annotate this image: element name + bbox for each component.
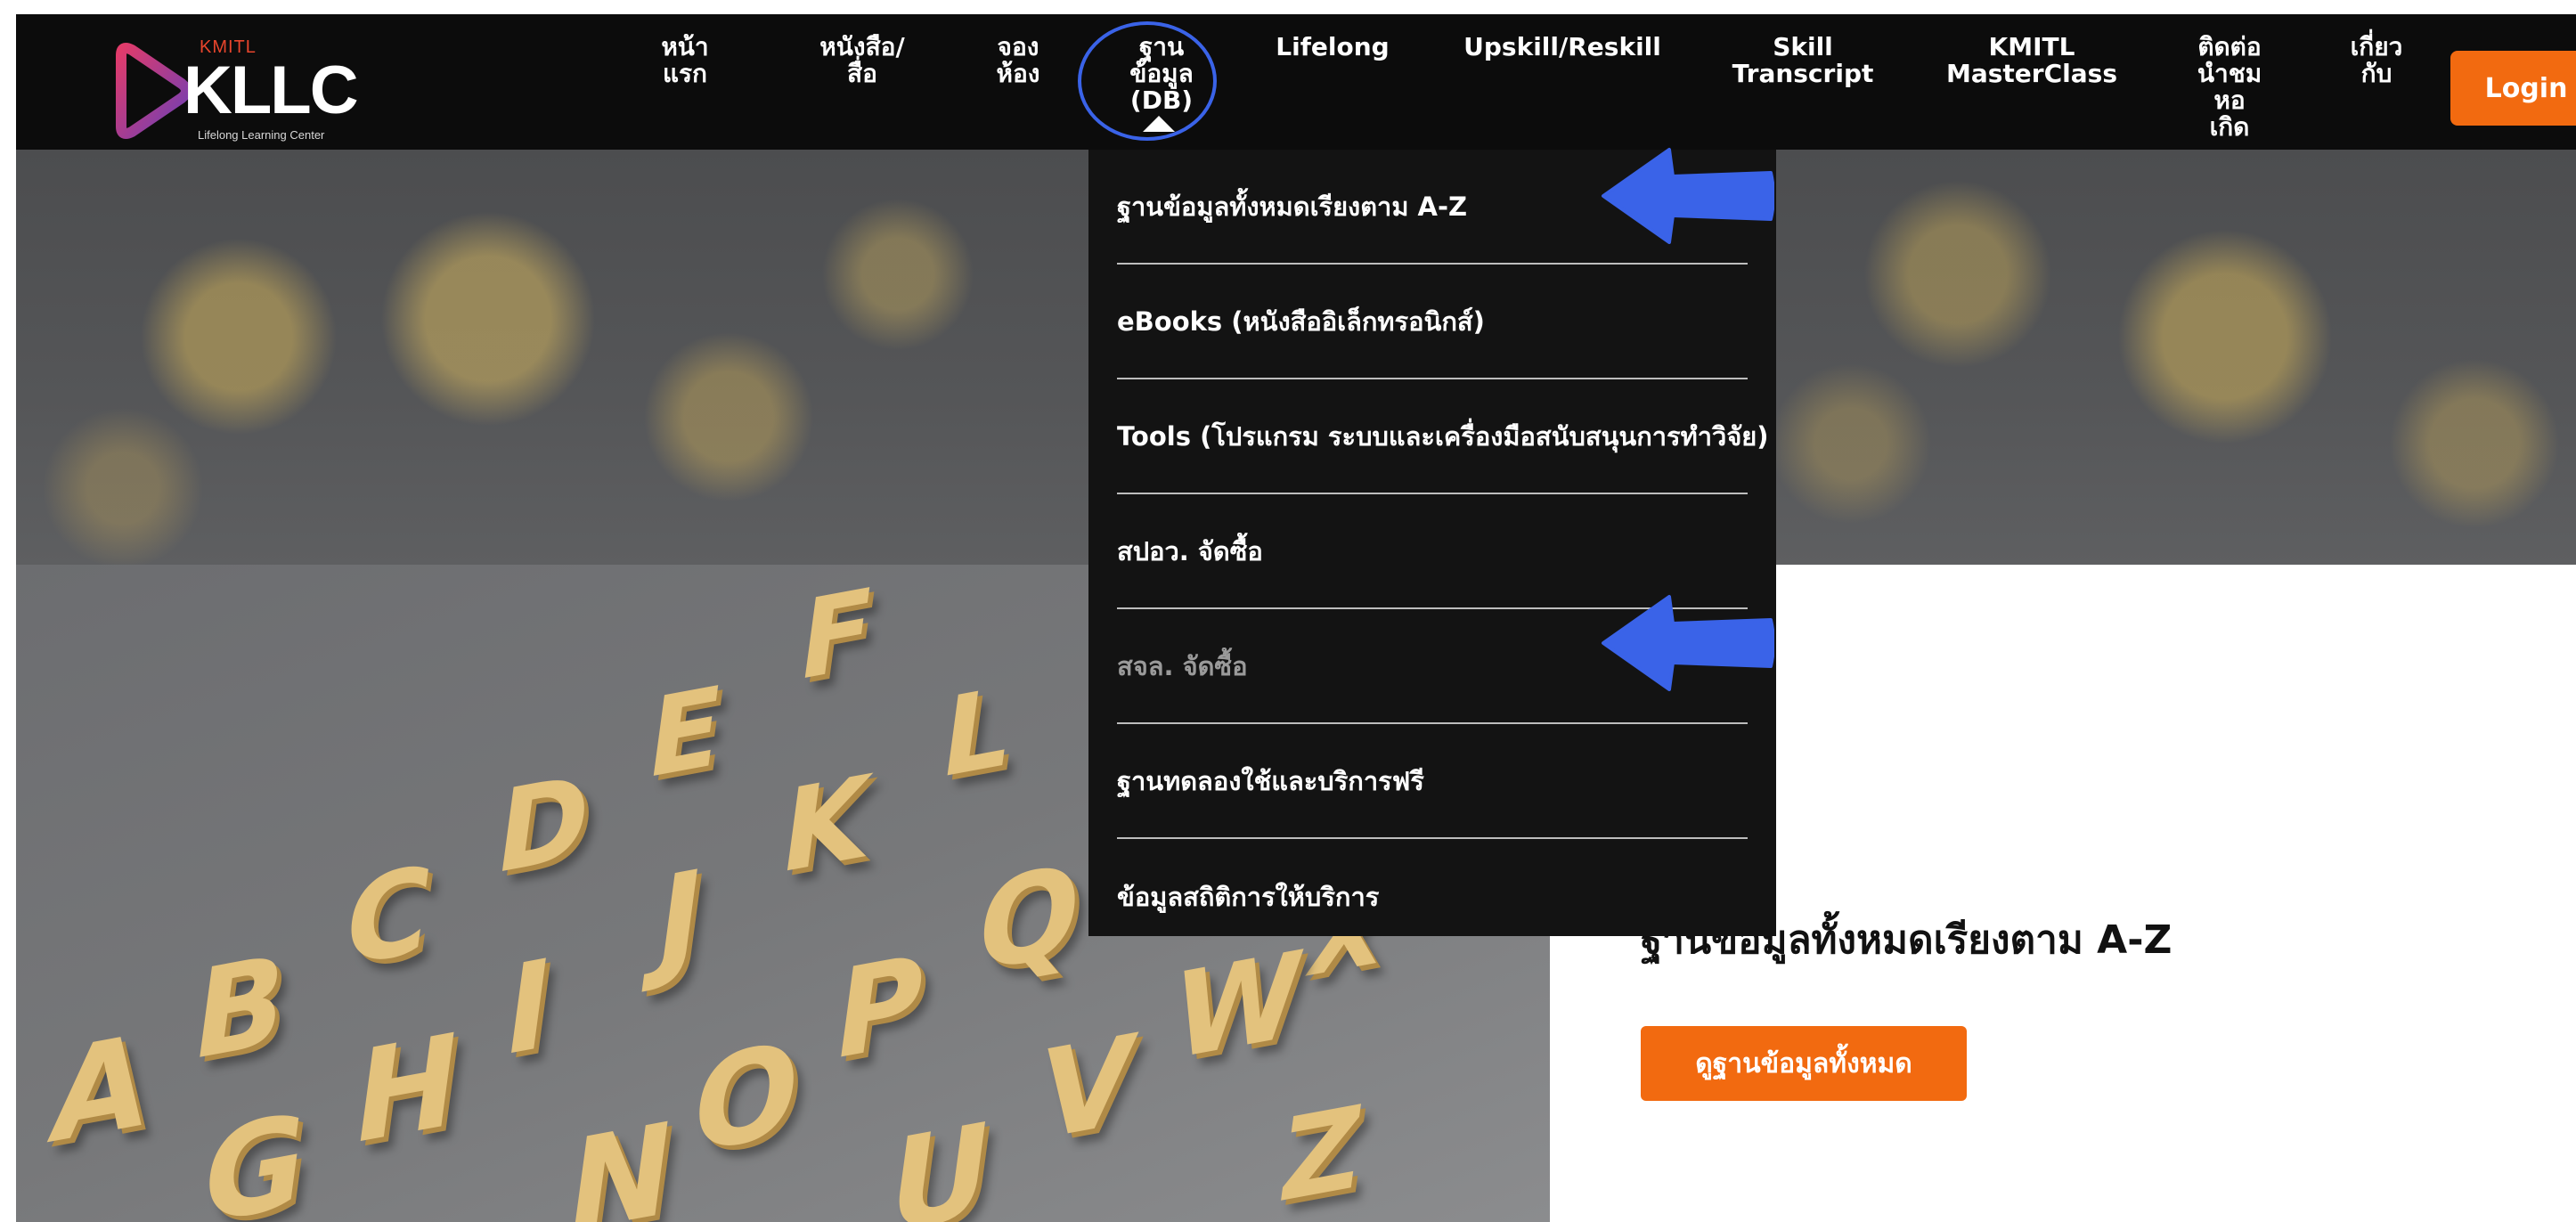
letter-block: D (488, 749, 599, 901)
dropdown-caret-icon (1143, 116, 1175, 132)
nav-item-label: หน้า แรก (661, 32, 709, 88)
letter-block: O (683, 1014, 809, 1184)
letter-block: P (826, 927, 933, 1088)
nav-item-kmitl-masterclass[interactable]: KMITL MasterClass (1938, 34, 2125, 87)
logo-brand-text: KLLC (183, 53, 359, 128)
letter-block: K (773, 750, 877, 900)
nav-item-home[interactable]: หน้า แรก (645, 34, 725, 87)
kllc-logo[interactable]: KMITL KLLC Lifelong Learning Center (112, 37, 379, 151)
dropdown-item-label: สจล. จัดซื้อ (1117, 650, 1248, 681)
view-all-databases-button[interactable]: ดูฐานข้อมูลทั้งหมด (1641, 1026, 1967, 1101)
letter-block: J (648, 842, 712, 996)
nav-item-label: Skill Transcript (1732, 32, 1874, 88)
letter-block: C (336, 838, 440, 995)
letter-block: G (193, 1085, 315, 1222)
letter-block: U (879, 1094, 1000, 1222)
dropdown-item-label: สปอว. จัดซื้อ (1117, 535, 1263, 566)
database-dropdown-menu: ฐานข้อมูลทั้งหมดเรียงตาม A-Z eBooks (หนั… (1088, 150, 1776, 936)
annotation-arrow-icon (1602, 148, 1774, 244)
nav-item-about[interactable]: เกี่ยว กับ (2332, 34, 2421, 87)
login-button[interactable]: Login (2450, 51, 2576, 126)
nav-item-upskill-reskill[interactable]: Upskill/Reskill (1455, 34, 1669, 61)
dropdown-item-label: Tools (โปรแกรม ระบบและเครื่องมือสนับสนุน… (1117, 420, 1769, 452)
dropdown-item-label: eBooks (หนังสืออิเล็กทรอนิกส์) (1117, 306, 1485, 337)
annotation-arrow-icon (1602, 595, 1774, 691)
nav-item-label: จอง ห้อง (996, 32, 1040, 88)
letter-block: B (184, 926, 296, 1089)
letter-block: V (1031, 1006, 1143, 1169)
nav-item-room-booking[interactable]: จอง ห้อง (978, 34, 1058, 87)
letter-block: A (42, 1006, 159, 1174)
letter-block: H (345, 1005, 469, 1175)
letter-block: Q (968, 836, 1090, 1001)
dropdown-item-service-statistics[interactable]: ข้อมูลสถิติการให้บริการ (1117, 839, 1748, 954)
letter-block: I (496, 931, 560, 1085)
dropdown-item-label: ฐานข้อมูลทั้งหมดเรียงตาม A-Z (1117, 191, 1468, 222)
nav-item-lifelong[interactable]: Lifelong (1261, 34, 1404, 61)
letter-block: E (640, 663, 730, 804)
nav-item-label: Lifelong (1276, 32, 1390, 61)
nav-item-label: หนังสือ/ สื่อ (819, 32, 905, 88)
dropdown-item-tools[interactable]: Tools (โปรแกรม ระบบและเครื่องมือสนับสนุน… (1117, 379, 1769, 494)
top-navbar: KMITL KLLC Lifelong Learning Center หน้า… (16, 14, 2576, 150)
letter-block: Z (1272, 1080, 1371, 1222)
logo-tagline: Lifelong Learning Center (198, 128, 325, 142)
letter-block: N (558, 1094, 683, 1222)
dropdown-item-ebooks[interactable]: eBooks (หนังสืออิเล็กทรอนิกส์) (1117, 265, 1748, 379)
nav-item-label: KMITL MasterClass (1946, 32, 2117, 88)
dropdown-item-label: ข้อมูลสถิติการให้บริการ (1117, 881, 1380, 912)
nav-item-books-media[interactable]: หนังสือ/ สื่อ (791, 34, 933, 87)
nav-item-label: Upskill/Reskill (1463, 32, 1661, 61)
dropdown-item-label: ฐานทดลองใช้และบริการฟรี (1117, 765, 1424, 796)
nav-item-label: เกี่ยว กับ (2350, 32, 2403, 88)
nav-item-label: ติดต่อ นำชม หอ เกิด (2197, 32, 2262, 142)
letter-block: L (933, 663, 1019, 804)
letter-block: F (791, 565, 882, 706)
letter-block: W (1165, 924, 1311, 1088)
nav-item-contact[interactable]: ติดต่อ นำชม หอ เกิด (2181, 34, 2278, 141)
nav-item-skill-transcript[interactable]: Skill Transcript (1723, 34, 1883, 87)
dropdown-item-trial-free-services[interactable]: ฐานทดลองใช้และบริการฟรี (1117, 724, 1748, 839)
play-logo-icon (116, 43, 192, 139)
